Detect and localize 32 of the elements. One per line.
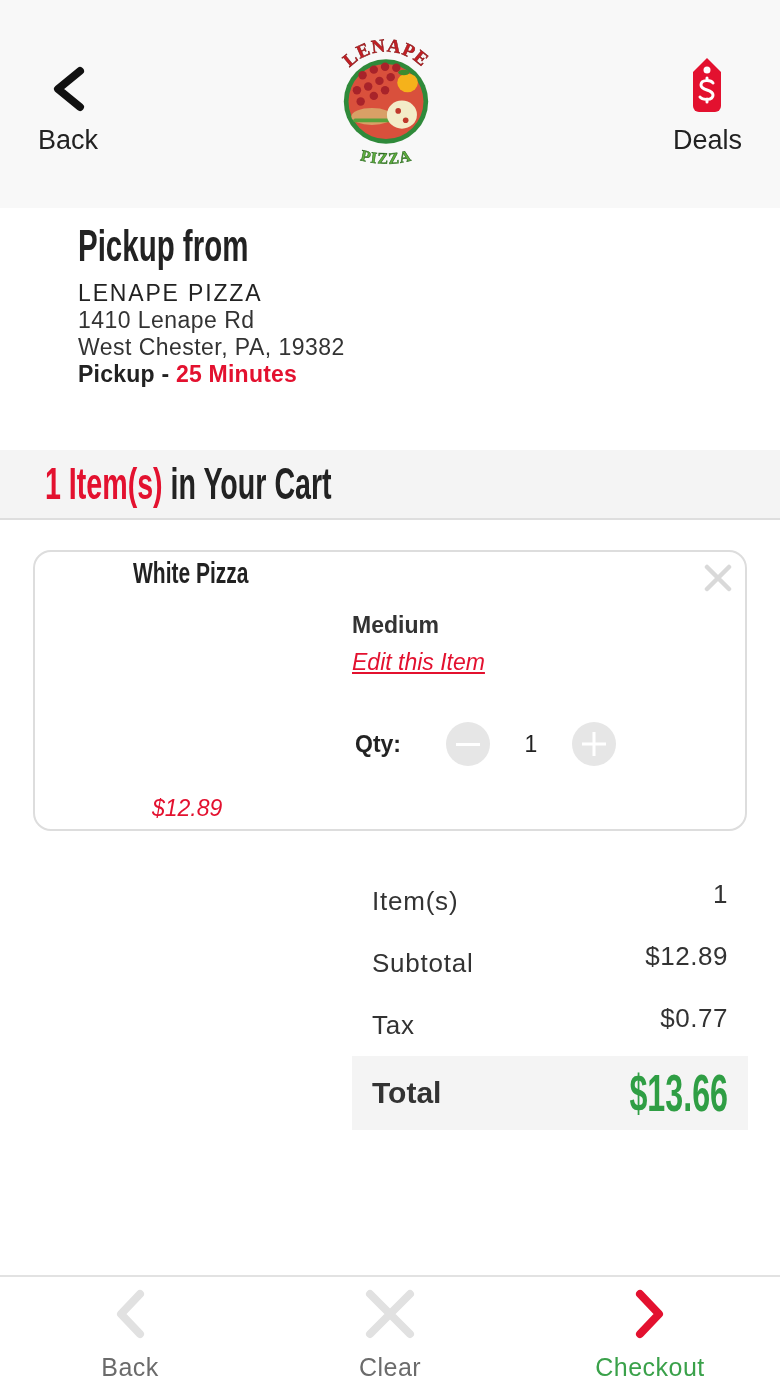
close-icon[interactable] (704, 564, 732, 592)
plus-icon (582, 732, 606, 756)
address-line: 1410 Lenape Rd (78, 307, 255, 334)
total-label: Total (372, 1076, 442, 1110)
item-size: Medium (352, 611, 439, 639)
logo-text: PIZZA (358, 146, 413, 167)
quantity-value: 1 (523, 730, 539, 758)
address-line: West Chester, PA, 19382 (78, 334, 345, 361)
edit-item-link[interactable]: Edit this Item (352, 648, 485, 676)
qty-label: Qty: (355, 730, 402, 758)
back-button[interactable]: Back (38, 66, 99, 156)
total-value: $13.66 (629, 1065, 728, 1121)
pickup-title: Pickup from (78, 222, 249, 270)
logo-text: LENAPE (337, 34, 434, 71)
decrease-button[interactable] (446, 722, 490, 766)
summary-label: Tax (372, 1010, 415, 1040)
pickup-time-text: Pickup - 25 Minutes (78, 361, 298, 388)
summary-label: Subtotal (372, 948, 474, 978)
summary-label: Item(s) (372, 886, 459, 916)
store-name: LENAPE PIZZA (78, 280, 263, 307)
close-icon (365, 1289, 415, 1339)
checkout-button[interactable]: Checkout (595, 1277, 705, 1387)
summary-value: $12.89 (645, 941, 728, 971)
deals-button[interactable]: Deals (672, 56, 742, 156)
chevron-right-icon (635, 1289, 665, 1339)
summary-value: 1 (713, 879, 728, 909)
chevron-left-icon (115, 1289, 145, 1339)
cart-count-heading: 1 Item(s) in Your Cart (45, 460, 332, 508)
summary-value: $0.77 (660, 1003, 728, 1033)
item-price: $12.89 (152, 794, 223, 822)
item-name: White Pizza (133, 555, 249, 591)
increase-button[interactable] (572, 722, 616, 766)
